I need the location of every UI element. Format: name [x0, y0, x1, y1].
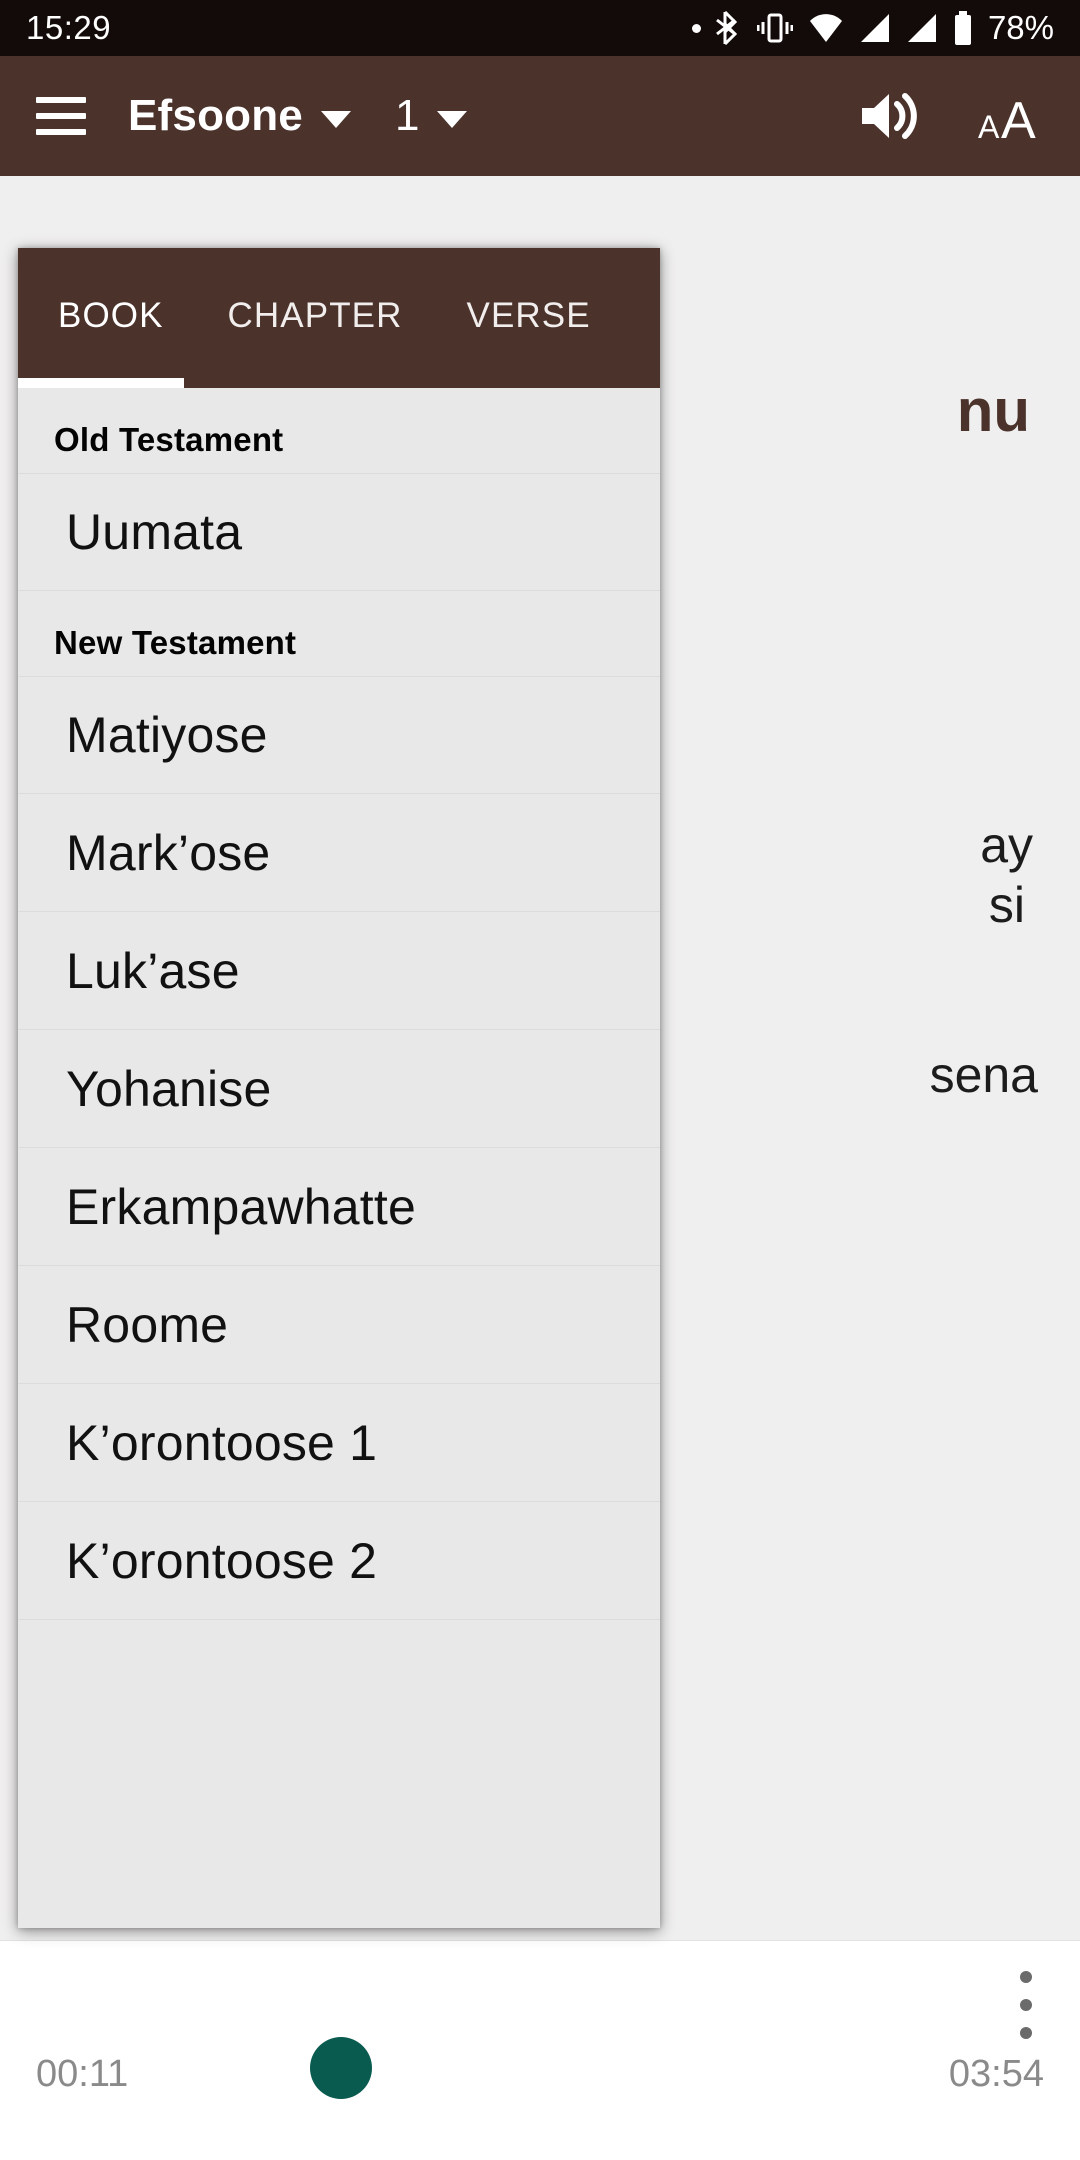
- book-list[interactable]: Old Testament Uumata New Testament Matiy…: [18, 388, 660, 1928]
- tab-chapter[interactable]: CHAPTER: [228, 296, 403, 340]
- status-clock: 15:29: [26, 9, 112, 46]
- remaining-time-label: 03:54: [948, 2053, 1044, 2095]
- toolbar-actions: A A: [860, 90, 1044, 142]
- verse-text-fragment-2: si: [988, 877, 1025, 933]
- svg-text:A: A: [978, 109, 1000, 142]
- wifi-icon: [809, 14, 842, 42]
- chevron-down-icon[interactable]: [320, 110, 351, 128]
- svg-text:A: A: [1001, 92, 1036, 142]
- list-item[interactable]: K’orontoose 1: [18, 1384, 660, 1502]
- list-item[interactable]: Yohanise: [18, 1030, 660, 1148]
- list-item[interactable]: Uumata: [18, 473, 660, 591]
- list-item[interactable]: K’orontoose 2: [18, 1502, 660, 1620]
- text-size-icon[interactable]: A A: [978, 90, 1044, 142]
- list-item[interactable]: Mark’ose: [18, 794, 660, 912]
- tab-book[interactable]: BOOK: [58, 296, 164, 340]
- elapsed-time-label: 00:11: [36, 2053, 129, 2095]
- list-item[interactable]: Roome: [18, 1266, 660, 1384]
- audio-player-bar: 00:11 03:54: [0, 1940, 1080, 2160]
- battery-percent: 78%: [987, 9, 1054, 46]
- more-vertical-icon[interactable]: [1020, 1971, 1032, 2039]
- tab-verse[interactable]: VERSE: [467, 296, 591, 340]
- phone-screen: 15:29 78% Efsoone 1 A A nu ay si sena 00…: [0, 0, 1080, 2160]
- volume-speaker-icon[interactable]: [860, 91, 918, 141]
- chapter-heading-fragment: nu: [956, 377, 1030, 444]
- battery-icon: [954, 11, 971, 45]
- vibrate-icon: [756, 13, 793, 43]
- dot-icon: [691, 23, 701, 33]
- play-circle-icon[interactable]: [310, 2037, 372, 2099]
- list-item[interactable]: Matiyose: [18, 676, 660, 794]
- book-selector-panel: BOOK CHAPTER VERSE Old Testament Uumata …: [18, 248, 660, 1928]
- book-title-label[interactable]: Efsoone: [128, 91, 303, 141]
- verse-text-fragment-1: ay: [980, 817, 1033, 873]
- signal-icon-1: [860, 14, 889, 42]
- status-bar: 15:29 78%: [0, 0, 1080, 56]
- hamburger-menu-icon[interactable]: [36, 97, 86, 135]
- verse-text-fragment-3: sena: [929, 1047, 1038, 1103]
- bluetooth-icon: [716, 11, 738, 45]
- signal-icon-2: [907, 14, 936, 42]
- list-item[interactable]: Erkampawhatte: [18, 1148, 660, 1266]
- active-tab-indicator: [18, 378, 184, 388]
- chevron-down-icon[interactable]: [437, 110, 468, 128]
- app-toolbar: Efsoone 1 A A: [0, 56, 1080, 176]
- status-icons: 78%: [691, 9, 1054, 47]
- chapter-number-label[interactable]: 1: [395, 91, 419, 141]
- list-item[interactable]: Luk’ase: [18, 912, 660, 1030]
- selector-tabbar: BOOK CHAPTER VERSE: [18, 248, 660, 388]
- section-header-old-testament: Old Testament: [54, 421, 284, 458]
- section-header-new-testament: New Testament: [54, 624, 297, 661]
